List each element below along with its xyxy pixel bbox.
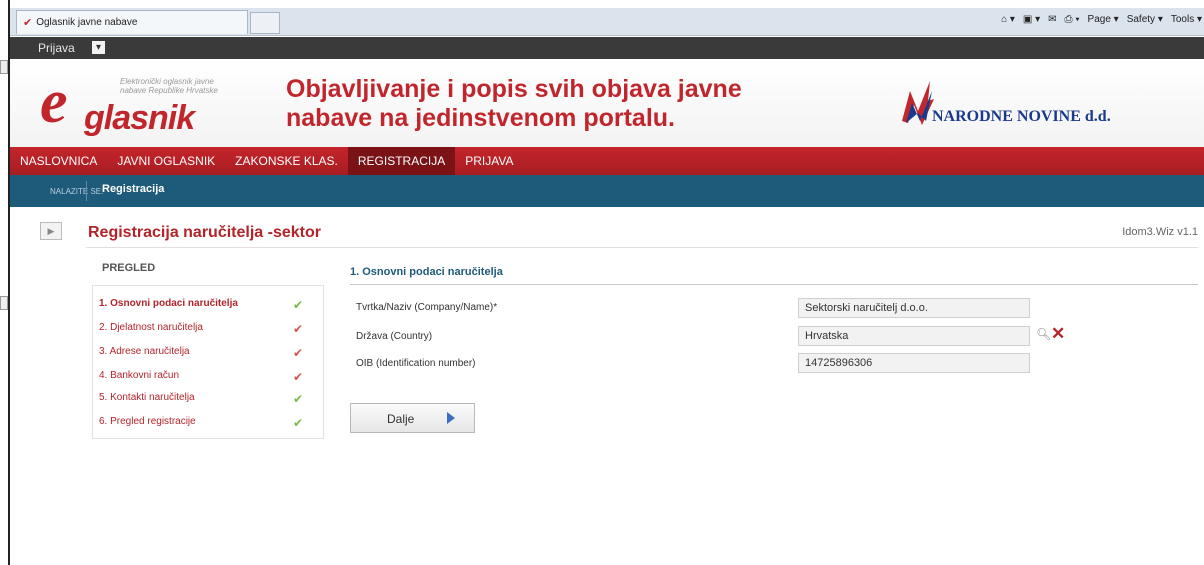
headline-line-1: Objavljivanje i popis svih objava javne bbox=[286, 75, 742, 103]
headline-line-2: nabave na jedinstvenom portalu. bbox=[286, 104, 675, 132]
step-djelatnost[interactable]: 2. Djelatnost naručitelja bbox=[99, 322, 203, 333]
next-button-label: Dalje bbox=[387, 412, 415, 426]
expand-panel-icon[interactable]: ▶ bbox=[40, 222, 62, 240]
eoglasnik-logo[interactable]: e glasnik Elektronički oglasnik javne na… bbox=[36, 68, 242, 137]
tools-menu[interactable]: Tools ▾ bbox=[1171, 14, 1202, 25]
safety-menu[interactable]: Safety ▾ bbox=[1127, 14, 1163, 25]
step-kontakti[interactable]: 5. Kontakti naručitelja bbox=[99, 392, 195, 403]
breadcrumb-divider bbox=[86, 181, 87, 201]
print-icon[interactable]: ⎙ ▾ bbox=[1065, 14, 1080, 25]
top-login-bar: Prijava ▾ bbox=[10, 37, 1204, 59]
country-field[interactable]: Hrvatska bbox=[798, 326, 1030, 346]
browser-tab-bar: ✔ Oglasnik javne nabave ⌂ ▾ ▣ ▾ ✉ ⎙ ▾ Pa… bbox=[10, 8, 1204, 36]
company-name-label: Tvrtka/Naziv (Company/Name)* bbox=[356, 302, 498, 313]
nav-item-prijava[interactable]: PRIJAVA bbox=[455, 147, 523, 175]
clear-icon[interactable]: ✕ bbox=[1051, 324, 1065, 344]
main-navigation: NASLOVNICA JAVNI OGLASNIK ZAKONSKE KLAS.… bbox=[10, 147, 1204, 175]
title-divider bbox=[86, 247, 1198, 248]
section-title: 1. Osnovni podaci naručitelja bbox=[350, 266, 503, 278]
mail-icon[interactable]: ✉ bbox=[1048, 14, 1056, 25]
step-bankovni-racun[interactable]: 4. Bankovni račun bbox=[99, 370, 179, 381]
check-icon: ✔ bbox=[293, 298, 304, 312]
browser-tab[interactable]: ✔ Oglasnik javne nabave bbox=[16, 10, 248, 34]
breadcrumb-current[interactable]: Registracija bbox=[102, 183, 164, 195]
check-icon: ✔ bbox=[293, 346, 304, 360]
logo-text: glasnik bbox=[84, 99, 195, 137]
section-divider bbox=[350, 284, 1198, 285]
check-icon: ✔ bbox=[293, 370, 304, 384]
browser-window: ✔ Oglasnik javne nabave ⌂ ▾ ▣ ▾ ✉ ⎙ ▾ Pa… bbox=[8, 0, 1204, 565]
oib-label: OIB (Identification number) bbox=[356, 358, 476, 369]
check-icon: ✔ bbox=[293, 322, 304, 336]
page-menu[interactable]: Page ▾ bbox=[1088, 14, 1119, 25]
step-pregled-registracije[interactable]: 6. Pregled registracije bbox=[99, 416, 196, 427]
narodne-novine-logo[interactable]: NARODNE NOVINE d.d. bbox=[898, 77, 1128, 127]
logo-tagline: Elektronički oglasnik javne nabave Repub… bbox=[120, 77, 218, 95]
pregled-title: PREGLED bbox=[102, 262, 156, 274]
search-icon[interactable]: 🔍︎ bbox=[1036, 327, 1051, 341]
check-icon: ✔ bbox=[293, 416, 304, 430]
step-osnovni-podaci[interactable]: 1. Osnovni podaci naručitelja bbox=[99, 298, 238, 309]
banner-headline: Objavljivanje i popis svih objava javne … bbox=[286, 75, 846, 133]
top-login-link[interactable]: Prijava bbox=[38, 41, 75, 55]
breadcrumb-label: NALAZITE SE: bbox=[50, 187, 104, 196]
country-label: Država (Country) bbox=[356, 331, 433, 342]
breadcrumb: NALAZITE SE: Registracija bbox=[10, 175, 1204, 207]
check-icon: ✔ bbox=[293, 392, 304, 406]
nav-item-javni-oglasnik[interactable]: JAVNI OGLASNIK bbox=[107, 147, 225, 175]
oglasnik-favicon-icon: ✔ bbox=[23, 17, 33, 29]
nav-item-registracija[interactable]: REGISTRACIJA bbox=[347, 147, 456, 175]
play-arrow-icon bbox=[447, 412, 455, 424]
logo-letter: e bbox=[40, 68, 68, 136]
home-icon[interactable]: ⌂ ▾ bbox=[1001, 14, 1015, 25]
window-left-edge bbox=[0, 60, 8, 565]
feeds-icon[interactable]: ▣ ▾ bbox=[1023, 14, 1040, 25]
oib-field[interactable]: 14725896306 bbox=[798, 353, 1030, 373]
page-title: Registracija naručitelja -sektor bbox=[88, 224, 321, 241]
next-button[interactable]: Dalje bbox=[350, 403, 475, 433]
site-banner: e glasnik Elektronički oglasnik javne na… bbox=[10, 59, 1204, 147]
wizard-version: Idom3.Wiz v1.1 bbox=[1122, 226, 1198, 238]
wizard-steps-panel: 1. Osnovni podaci naručitelja ✔ 2. Djela… bbox=[92, 285, 324, 439]
new-tab-button[interactable] bbox=[250, 12, 280, 34]
step-adrese[interactable]: 3. Adrese naručitelja bbox=[99, 346, 190, 357]
nav-item-naslovnica[interactable]: NASLOVNICA bbox=[10, 147, 107, 175]
edge-handle[interactable] bbox=[0, 60, 8, 74]
browser-command-bar: ⌂ ▾ ▣ ▾ ✉ ⎙ ▾ Page ▾ Safety ▾ Tools ▾ bbox=[1001, 14, 1202, 25]
company-name-field[interactable]: Sektorski naručitelj d.o.o. bbox=[798, 298, 1030, 318]
browser-tab-title: Oglasnik javne nabave bbox=[36, 17, 138, 28]
edge-handle[interactable] bbox=[0, 296, 8, 310]
login-dropdown-icon[interactable]: ▾ bbox=[92, 41, 105, 54]
partner-logo-text: NARODNE NOVINE d.d. bbox=[932, 108, 1111, 125]
nav-item-zakonske-klas[interactable]: ZAKONSKE KLAS. bbox=[225, 147, 348, 175]
